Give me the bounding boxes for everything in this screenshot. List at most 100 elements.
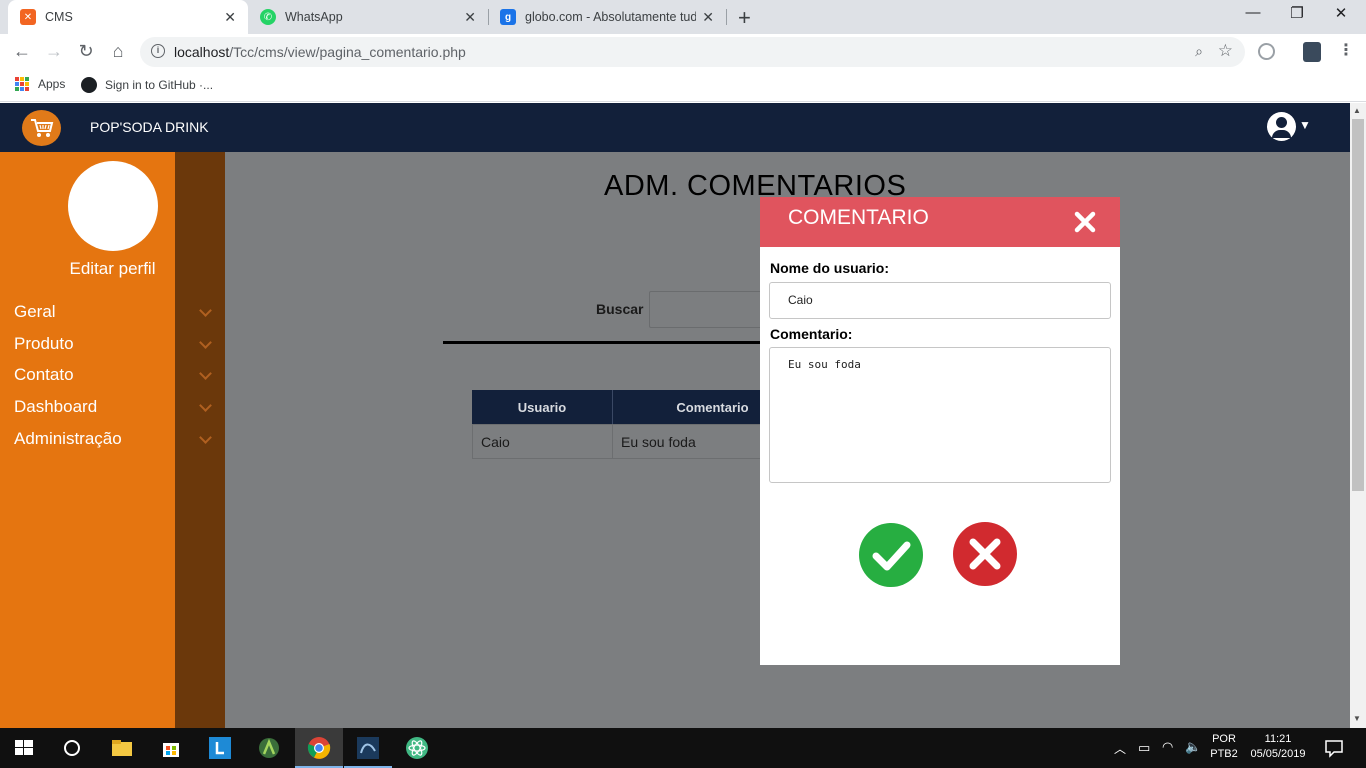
chrome-icon[interactable] [307, 736, 331, 760]
zoom-icon[interactable]: ⌕ [1195, 43, 1203, 60]
profile-avatar[interactable] [1303, 42, 1321, 62]
url-host: localhost [174, 44, 230, 60]
github-icon [81, 77, 97, 93]
scroll-down-icon[interactable]: ▼ [1353, 714, 1361, 723]
android-studio-icon[interactable] [257, 736, 281, 760]
file-explorer-icon[interactable] [110, 736, 134, 760]
language-indicator[interactable]: POR PTB2 [1206, 733, 1242, 760]
forward-icon[interactable]: → [43, 41, 65, 62]
chevron-down-icon [199, 335, 212, 349]
sidebar-item-label: Produto [14, 334, 74, 353]
extension-icon[interactable] [1258, 43, 1275, 60]
sidebar-item-label: Contato [14, 365, 74, 384]
confirm-button[interactable] [859, 523, 923, 587]
home-icon[interactable]: ⌂ [107, 41, 129, 62]
column-header-usuario: Usuario [472, 390, 613, 424]
mysql-workbench-icon[interactable] [356, 736, 380, 760]
caret-down-icon[interactable]: ▼ [1299, 118, 1311, 132]
app-l-icon[interactable] [208, 736, 232, 760]
new-tab-icon[interactable]: + [738, 5, 751, 31]
chevron-up-icon[interactable]: ︿ [1114, 740, 1126, 757]
tab-title: globo.com - Absolutamente tudo [525, 10, 697, 24]
page-viewport: POP'SODA DRINK ▼ Editar perfil Geral Pro… [0, 103, 1350, 728]
bookmarks-bar: Apps Sign in to GitHub ·... [0, 70, 1366, 102]
sidebar-item-label: Dashboard [14, 397, 98, 416]
chevron-down-icon [199, 398, 212, 412]
volume-icon[interactable]: 🔈 [1185, 739, 1201, 755]
wifi-icon[interactable]: ◠ [1162, 739, 1173, 755]
brand-name: POP'SODA DRINK [90, 119, 209, 135]
close-tab-icon[interactable]: ✕ [702, 9, 714, 26]
cross-icon [969, 538, 1001, 570]
close-icon[interactable] [1072, 209, 1098, 235]
sidebar-item-contato[interactable]: Contato [14, 365, 214, 385]
sidebar-item-produto[interactable]: Produto [14, 334, 214, 354]
back-icon[interactable]: ← [11, 41, 33, 62]
user-account-icon[interactable] [1267, 112, 1296, 141]
comment-textarea[interactable]: Eu sou foda [769, 347, 1111, 483]
close-tab-icon[interactable]: ✕ [224, 9, 236, 26]
modal-header: COMENTARIO [760, 197, 1120, 247]
edit-profile-link[interactable]: Editar perfil [0, 259, 225, 279]
sidebar-item-administracao[interactable]: Administração [14, 429, 214, 449]
keyboard-layout: PTB2 [1210, 748, 1238, 760]
taskbar: ︿ ▭ ◠ 🔈 POR PTB2 11:21 05/05/2019 [0, 728, 1366, 768]
clock[interactable]: 11:21 05/05/2019 [1244, 733, 1312, 760]
battery-icon[interactable]: ▭ [1138, 740, 1150, 756]
modal-title: COMENTARIO [788, 206, 929, 229]
windows-start-icon[interactable] [12, 736, 36, 760]
notifications-icon[interactable] [1322, 736, 1346, 760]
window-close-icon[interactable]: ✕ [1318, 4, 1364, 22]
url-text[interactable]: localhost/Tcc/cms/view/pagina_comentario… [174, 44, 466, 60]
chevron-down-icon [199, 430, 212, 444]
cancel-button[interactable] [953, 522, 1017, 586]
clock-date: 05/05/2019 [1250, 748, 1306, 760]
reload-icon[interactable]: ↻ [75, 41, 97, 62]
bookmark-label: Apps [38, 77, 66, 91]
atom-icon[interactable] [405, 736, 429, 760]
whatsapp-icon: ✆ [260, 9, 276, 25]
shopping-cart-logo-icon[interactable] [22, 110, 61, 146]
site-info-icon[interactable]: i [151, 44, 165, 58]
sidebar-item-label: Geral [14, 302, 56, 321]
chrome-menu-icon[interactable]: ⋮ [1338, 40, 1354, 60]
search-label: Buscar [596, 301, 644, 317]
language-code: POR [1212, 733, 1236, 745]
sidebar-item-label: Administração [14, 429, 122, 448]
minimize-icon[interactable]: — [1230, 4, 1276, 21]
close-tab-icon[interactable]: ✕ [464, 9, 476, 26]
checkmark-icon [872, 541, 911, 571]
tab-title: CMS [45, 10, 73, 24]
page-scrollbar[interactable]: ▲ ▼ [1350, 103, 1366, 728]
browser-toolbar: ← → ↻ ⌂ i localhost/Tcc/cms/view/pagina_… [0, 34, 1366, 70]
profile-avatar[interactable] [68, 161, 158, 251]
sidebar-item-geral[interactable]: Geral [14, 302, 214, 322]
url-path: /Tcc/cms/view/pagina_comentario.php [229, 44, 466, 60]
tab-title: WhatsApp [285, 10, 343, 24]
bookmark-star-icon[interactable]: ☆ [1218, 41, 1233, 61]
comment-label: Comentario: [770, 326, 853, 342]
tab-globo[interactable]: g globo.com - Absolutamente tudo ✕ [488, 0, 726, 34]
bookmark-apps[interactable]: Apps [15, 77, 65, 91]
tab-cms[interactable]: ✕ CMS ✕ [8, 0, 248, 34]
address-bar[interactable]: i localhost/Tcc/cms/view/pagina_comentar… [140, 37, 1245, 67]
scrollbar-thumb[interactable] [1352, 119, 1364, 491]
app-header: POP'SODA DRINK ▼ [0, 103, 1350, 152]
user-name-field[interactable]: Caio [769, 282, 1111, 319]
apps-grid-icon [15, 77, 29, 91]
chevron-down-icon [199, 366, 212, 380]
maximize-icon[interactable]: ❐ [1274, 4, 1320, 22]
xampp-icon: ✕ [20, 9, 36, 25]
bookmark-label: Sign in to GitHub ·... [105, 78, 214, 92]
bookmark-github[interactable]: Sign in to GitHub ·... [81, 77, 213, 93]
scroll-up-icon[interactable]: ▲ [1353, 106, 1361, 115]
table-cell-usuario[interactable]: Caio [472, 424, 613, 459]
store-icon[interactable] [159, 736, 183, 760]
tab-separator [726, 9, 727, 25]
search-icon[interactable] [60, 736, 84, 760]
tab-whatsapp[interactable]: ✆ WhatsApp ✕ [248, 0, 488, 34]
google-icon: g [500, 9, 516, 25]
browser-tabstrip: ✕ CMS ✕ ✆ WhatsApp ✕ g globo.com - Absol… [0, 0, 1366, 34]
sidebar-item-dashboard[interactable]: Dashboard [14, 397, 214, 417]
user-name-label: Nome do usuario: [770, 260, 890, 276]
